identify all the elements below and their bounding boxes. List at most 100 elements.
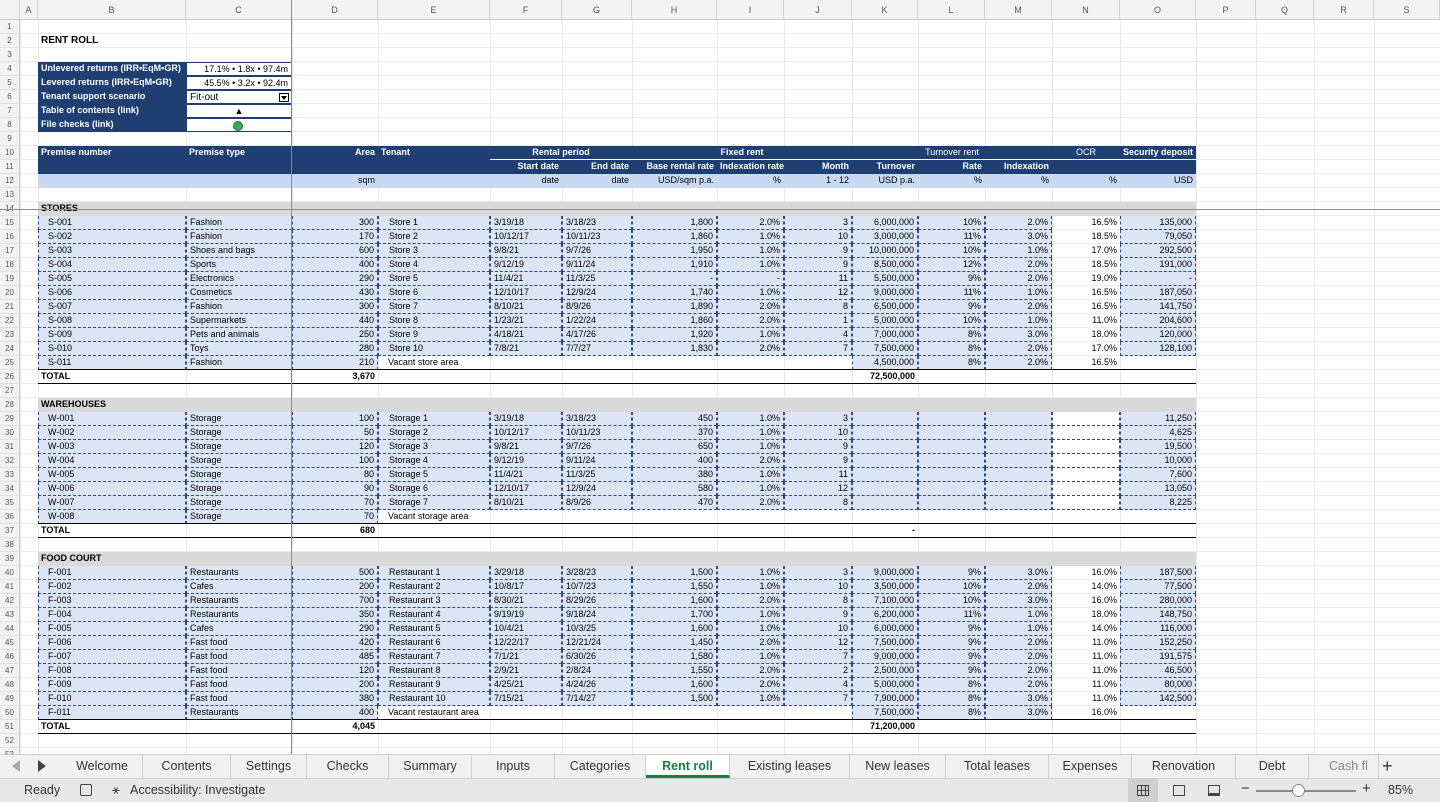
cell-premise-number[interactable]: S-004	[38, 258, 186, 272]
cell-premise-type[interactable]: Pets and animals	[186, 328, 292, 342]
cell-turnover-indexation[interactable]	[985, 440, 1052, 454]
cell-ocr[interactable]: 18.0%	[1052, 608, 1120, 622]
cell-tenant[interactable]: Store 6	[378, 286, 490, 300]
row-header[interactable]: 20	[0, 286, 20, 300]
cell-premise-number[interactable]: F-006	[38, 636, 186, 650]
cell-end-date[interactable]: 9/11/24	[562, 454, 632, 468]
cell-security-deposit[interactable]: 8,225	[1120, 496, 1196, 510]
cell-ocr[interactable]: 17.0%	[1052, 342, 1120, 356]
cell-area[interactable]: 485	[292, 650, 378, 664]
column-header[interactable]: D	[292, 0, 378, 20]
cell-base-rental-rate[interactable]	[632, 706, 717, 720]
cell-area[interactable]: 120	[292, 440, 378, 454]
cell-area[interactable]: 700	[292, 594, 378, 608]
cell-base-rental-rate[interactable]: 1,860	[632, 314, 717, 328]
cell-turnover[interactable]	[852, 412, 918, 426]
cell-premise-number[interactable]: W-001	[38, 412, 186, 426]
cell-turnover-indexation[interactable]	[985, 482, 1052, 496]
cell-base-rental-rate[interactable]: 580	[632, 482, 717, 496]
cell-turnover-indexation[interactable]: 2.0%	[985, 342, 1052, 356]
cell-ocr[interactable]: 11.0%	[1052, 636, 1120, 650]
cell-end-date[interactable]: 8/9/26	[562, 496, 632, 510]
cell-premise-type[interactable]: Cosmetics	[186, 286, 292, 300]
row-header[interactable]: 42	[0, 594, 20, 608]
cell-start-date[interactable]: 10/12/17	[490, 426, 562, 440]
cell-base-rental-rate[interactable]: 1,830	[632, 342, 717, 356]
cell-end-date[interactable]: 8/29/26	[562, 594, 632, 608]
cell-end-date[interactable]: 8/9/26	[562, 300, 632, 314]
cell-base-rental-rate[interactable]	[632, 510, 717, 524]
cell-security-deposit[interactable]: 292,500	[1120, 244, 1196, 258]
cell-premise-number[interactable]: S-001	[38, 216, 186, 230]
cell-area[interactable]: 100	[292, 454, 378, 468]
cell-end-date[interactable]: 10/11/23	[562, 426, 632, 440]
cell-base-rental-rate[interactable]: 1,920	[632, 328, 717, 342]
cell-turnover-indexation[interactable]: 2.0%	[985, 300, 1052, 314]
column-header[interactable]: H	[632, 0, 717, 20]
cell-month[interactable]: 9	[784, 454, 852, 468]
cell-premise-number[interactable]: S-006	[38, 286, 186, 300]
cell-turnover-rate[interactable]	[918, 426, 985, 440]
cell-tenant[interactable]: Restaurant 8	[378, 664, 490, 678]
row-header[interactable]: 48	[0, 678, 20, 692]
column-header[interactable]: A	[20, 0, 38, 20]
row-header[interactable]: 23	[0, 328, 20, 342]
row-header[interactable]: 41	[0, 580, 20, 594]
cell-turnover[interactable]	[852, 496, 918, 510]
cell-security-deposit[interactable]: -	[1120, 272, 1196, 286]
cell-ocr[interactable]: 16.0%	[1052, 566, 1120, 580]
cell-ocr[interactable]: 16.5%	[1052, 356, 1120, 370]
cell-indexation-rate[interactable]: 2.0%	[717, 314, 784, 328]
cell-turnover-indexation[interactable]: 1.0%	[985, 314, 1052, 328]
cell-turnover[interactable]	[852, 426, 918, 440]
cell-tenant[interactable]: Store 10	[378, 342, 490, 356]
row-header[interactable]: 34	[0, 482, 20, 496]
cell-month[interactable]: 7	[784, 342, 852, 356]
cell-indexation-rate[interactable]: 2.0%	[717, 342, 784, 356]
cell-area[interactable]: 50	[292, 426, 378, 440]
column-header[interactable]: B	[38, 0, 186, 20]
cell-turnover-indexation[interactable]: 2.0%	[985, 216, 1052, 230]
cell-end-date[interactable]: 6/30/26	[562, 650, 632, 664]
row-header[interactable]: 11	[0, 160, 20, 174]
column-header[interactable]: K	[852, 0, 918, 20]
row-header[interactable]: 9	[0, 132, 20, 146]
cell-area[interactable]: 500	[292, 566, 378, 580]
cell-start-date[interactable]: 9/19/19	[490, 608, 562, 622]
cell-end-date[interactable]	[562, 706, 632, 720]
cell-start-date[interactable]	[490, 510, 562, 524]
row-header[interactable]: 35	[0, 496, 20, 510]
cell-indexation-rate[interactable]: 1.0%	[717, 426, 784, 440]
cell-ocr[interactable]: 11.0%	[1052, 314, 1120, 328]
cell-turnover[interactable]: 2,500,000	[852, 664, 918, 678]
tab-categories[interactable]: Categories	[555, 755, 646, 778]
cell-turnover[interactable]: 7,100,000	[852, 594, 918, 608]
cell-area[interactable]: 400	[292, 706, 378, 720]
cell-turnover-rate[interactable]: 8%	[918, 678, 985, 692]
cell-end-date[interactable]: 4/17/26	[562, 328, 632, 342]
cell-turnover[interactable]: 7,500,000	[852, 636, 918, 650]
cell-turnover-indexation[interactable]: 3.0%	[985, 328, 1052, 342]
cell-premise-number[interactable]: S-007	[38, 300, 186, 314]
cell-area[interactable]: 70	[292, 510, 378, 524]
cell-turnover-indexation[interactable]: 2.0%	[985, 580, 1052, 594]
zoom-slider-thumb[interactable]	[1292, 784, 1305, 797]
row-header[interactable]: 8	[0, 118, 20, 132]
cell-base-rental-rate[interactable]: 1,910	[632, 258, 717, 272]
cell-end-date[interactable]: 3/18/23	[562, 216, 632, 230]
cell-base-rental-rate[interactable]: 650	[632, 440, 717, 454]
cell-base-rental-rate[interactable]: 470	[632, 496, 717, 510]
cell-premise-type[interactable]: Fashion	[186, 300, 292, 314]
row-header[interactable]: 19	[0, 272, 20, 286]
macro-icon[interactable]	[80, 784, 92, 796]
cell-premise-number[interactable]: F-002	[38, 580, 186, 594]
row-header[interactable]: 32	[0, 454, 20, 468]
cell-turnover-rate[interactable]: 12%	[918, 258, 985, 272]
cell-premise-number[interactable]: F-010	[38, 692, 186, 706]
cell-premise-number[interactable]: W-002	[38, 426, 186, 440]
cell-premise-type[interactable]: Storage	[186, 454, 292, 468]
cell-premise-number[interactable]: F-008	[38, 664, 186, 678]
cell-ocr[interactable]	[1052, 426, 1120, 440]
zoom-out-icon[interactable]: −	[1241, 780, 1250, 797]
tab-summary[interactable]: Summary	[389, 755, 472, 778]
